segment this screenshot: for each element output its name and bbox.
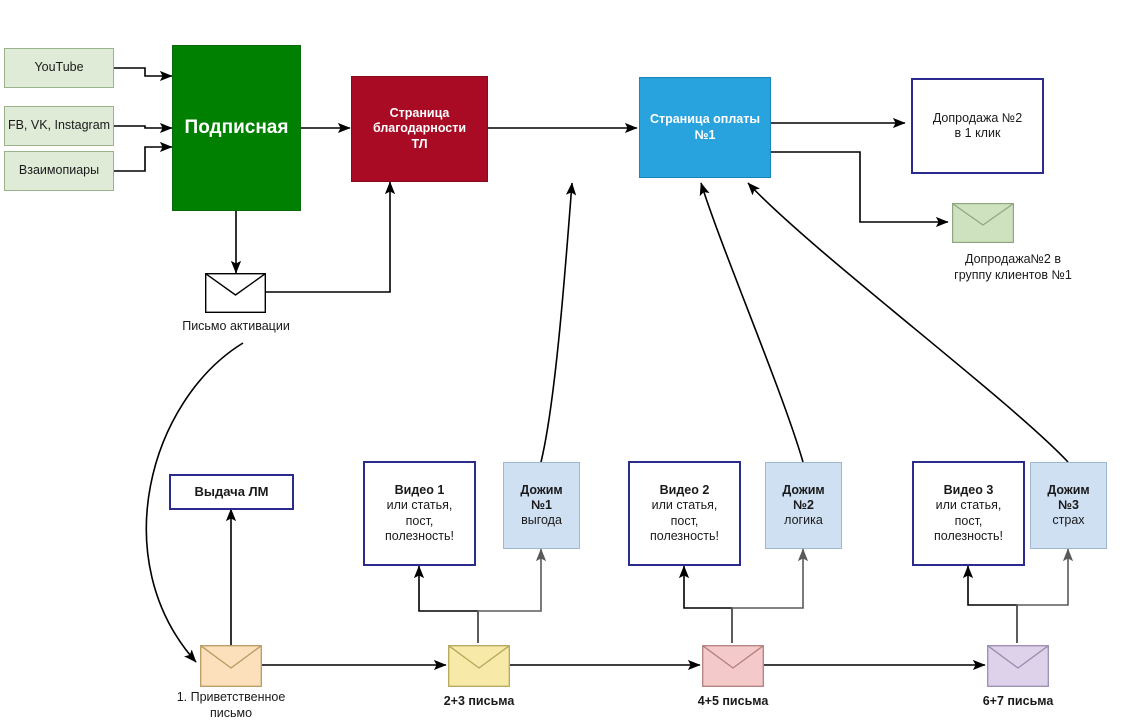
video-2-label: Видео 2 или статья, пост, полезность! [650, 483, 719, 544]
lead-magnet-label: Выдача ЛМ [194, 484, 269, 500]
envelope-icon-activation[interactable] [205, 273, 266, 313]
video-3-line-3: пост, [954, 513, 983, 528]
payment-line-1: Страница оплаты [649, 112, 761, 127]
dozhim-2-title: Дожим [782, 482, 825, 497]
thankyou-page-box[interactable]: Страница благодарности ТЛ [351, 76, 488, 182]
envelope-icon-letter-4[interactable] [987, 645, 1049, 687]
upsell-one-click-box[interactable]: Допродажа №2 в 1 клик [911, 78, 1044, 174]
subscribe-page-box[interactable]: Подписная [172, 45, 301, 211]
lead-magnet-box[interactable]: Выдача ЛМ [169, 474, 294, 510]
upsell-line-2: в 1 клик [954, 126, 1001, 140]
envelope-icon-upsell-group[interactable] [952, 203, 1014, 243]
activation-email-label: Письмо активации [182, 319, 290, 333]
edge-partners-to-subscribe [113, 141, 173, 172]
letter-1-line-2: письмо [209, 705, 253, 720]
dozhim-2-sub: логика [784, 513, 823, 528]
video-1-line-2: или статья, [386, 498, 453, 513]
video-1-line-4: полезность! [385, 528, 454, 543]
envelope-icon-letter-2[interactable] [448, 645, 510, 687]
letter-2-line-1: 2+3 письма [443, 694, 515, 708]
video-3-title: Видео 3 [943, 483, 994, 497]
envelope-icon-letter-3[interactable] [702, 645, 764, 687]
upsell-line-1: Допродажа №2 [932, 110, 1023, 125]
thankyou-page-label: Страница благодарности ТЛ [373, 106, 466, 152]
edge-youtube-to-subscribe [113, 67, 173, 82]
video-3-line-4: полезность! [934, 528, 1003, 543]
edge-dozhim3-to-payment [747, 182, 1069, 463]
letter-2-caption: 2+3 письма [399, 694, 559, 710]
edge-letter4-to-video3 [962, 565, 1018, 643]
thankyou-line-2: благодарности [372, 121, 467, 136]
letter-3-line-1: 4+5 письма [697, 694, 769, 708]
edge-letter2-to-dozhim1 [477, 548, 547, 643]
subscribe-page-label: Подписная [184, 117, 289, 139]
source-label-partners: Взаимопиары [18, 163, 100, 178]
video-1-label: Видео 1 или статья, пост, полезность! [385, 483, 454, 544]
dozhim-box-3[interactable]: Дожим №3 страх [1030, 462, 1107, 549]
thankyou-line-1: Страница [389, 106, 450, 121]
dozhim-2-number: №2 [793, 497, 814, 512]
dozhim-1-title: Дожим [520, 482, 563, 497]
video-box-3[interactable]: Видео 3 или статья, пост, полезность! [912, 461, 1025, 566]
edge-social-to-subscribe [113, 122, 173, 134]
activation-email-caption: Письмо активации [160, 319, 312, 335]
letter-3-caption: 4+5 письма [653, 694, 813, 710]
upsell-one-click-label: Допродажа №2 в 1 клик [933, 111, 1022, 142]
source-label-youtube: YouTube [34, 60, 84, 75]
edge-dozhim1-to-payment [540, 182, 577, 463]
source-box-youtube[interactable]: YouTube [4, 48, 114, 88]
payment-page-box[interactable]: Страница оплаты №1 [639, 77, 771, 178]
letter-4-line-1: 6+7 письма [982, 694, 1054, 708]
source-label-social: FB, VK, Instagram [7, 118, 111, 133]
letter-1-caption: 1. Приветственное письмо [148, 690, 314, 721]
dozhim-3-number: №3 [1058, 497, 1079, 512]
video-2-line-2: или статья, [651, 498, 718, 513]
thankyou-line-3: ТЛ [411, 136, 428, 151]
dozhim-3-sub: страх [1052, 513, 1085, 528]
dozhim-3-title: Дожим [1047, 482, 1090, 497]
video-2-title: Видео 2 [659, 483, 710, 497]
video-1-title: Видео 1 [394, 483, 445, 497]
dozhim-1-sub: выгода [521, 513, 562, 528]
source-box-social[interactable]: FB, VK, Instagram [4, 106, 114, 146]
edge-letter3-to-video2 [678, 565, 733, 643]
video-2-line-4: полезность! [650, 528, 719, 543]
dozhim-1-label: Дожим №1 выгода [520, 483, 562, 529]
video-2-line-3: пост, [670, 513, 699, 528]
video-3-label: Видео 3 или статья, пост, полезность! [934, 483, 1003, 544]
dozhim-box-1[interactable]: Дожим №1 выгода [503, 462, 580, 549]
video-box-1[interactable]: Видео 1 или статья, пост, полезность! [363, 461, 476, 566]
video-box-2[interactable]: Видео 2 или статья, пост, полезность! [628, 461, 741, 566]
edge-dozhim2-to-payment [699, 182, 804, 463]
edge-letter3-to-dozhim2 [731, 548, 809, 643]
video-1-line-3: пост, [405, 513, 434, 528]
dozhim-1-number: №1 [531, 497, 552, 512]
letter-4-caption: 6+7 письма [938, 694, 1098, 710]
envelope-icon-letter-1[interactable] [200, 645, 262, 687]
source-box-partners[interactable]: Взаимопиары [4, 151, 114, 191]
upsell-email-caption: Допродажа№2 в группу клиентов №1 [918, 252, 1108, 283]
video-3-line-2: или статья, [935, 498, 1002, 513]
dozhim-2-label: Дожим №2 логика [782, 483, 824, 529]
payment-line-2: №1 [694, 127, 716, 142]
edge-letter2-to-video1 [413, 565, 479, 643]
dozhim-box-2[interactable]: Дожим №2 логика [765, 462, 842, 549]
dozhim-3-label: Дожим №3 страх [1047, 483, 1089, 529]
letter-1-line-1: 1. Приветственное [176, 690, 286, 704]
diagram-canvas: YouTube FB, VK, Instagram Взаимопиары По… [0, 0, 1129, 724]
upsell-email-line-2: группу клиентов №1 [954, 267, 1072, 282]
payment-page-label: Страница оплаты №1 [650, 112, 760, 143]
upsell-email-line-1: Допродажа№2 в [965, 252, 1061, 266]
